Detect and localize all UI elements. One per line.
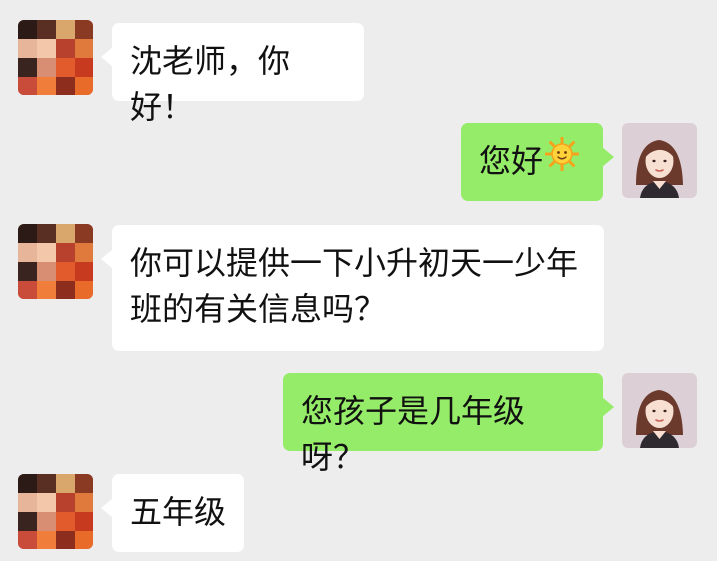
message-bubble[interactable]: 您好 (461, 123, 614, 201)
message-bubble[interactable]: 沈老师，你好！ (101, 23, 364, 126)
message-bubble[interactable]: 你可以提供一下小升初天一少年班的有关信息吗？ (101, 225, 604, 351)
message-text: 您好 (479, 142, 544, 180)
message-text: 沈老师，你好！ (130, 42, 291, 126)
contact-avatar[interactable] (18, 20, 93, 95)
message-bubble[interactable]: 您孩子是几年级呀？ (283, 373, 614, 476)
message-text: 您孩子是几年级呀？ (301, 392, 526, 476)
my-avatar[interactable] (622, 123, 697, 198)
contact-avatar[interactable] (18, 224, 93, 299)
contact-avatar[interactable] (18, 474, 93, 549)
message-bubble[interactable]: 五年级 (101, 474, 244, 552)
message-text: 五年级 (130, 493, 227, 531)
sun-emoji-icon (544, 136, 580, 183)
my-avatar[interactable] (622, 373, 697, 448)
message-text: 你可以提供一下小升初天一少年班的有关信息吗？ (130, 244, 579, 328)
